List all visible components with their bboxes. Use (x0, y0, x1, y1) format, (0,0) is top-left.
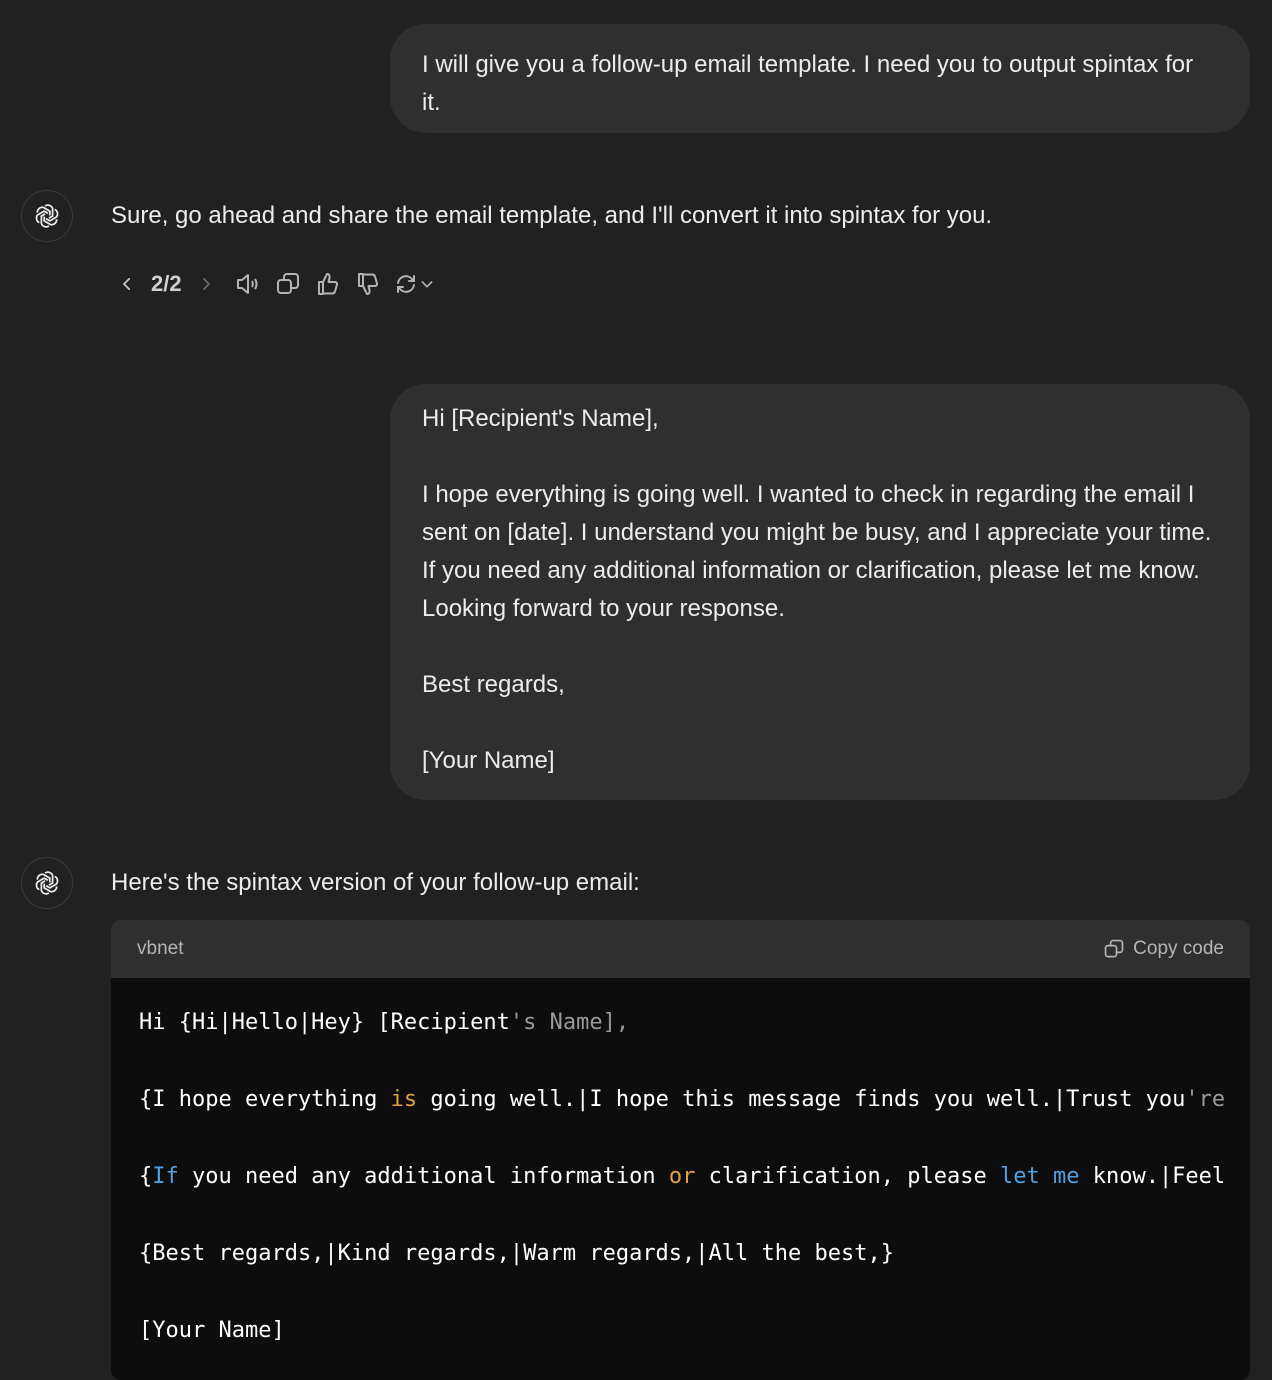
code-token: know.|Feel (1079, 1164, 1226, 1189)
code-line: Hi {Hi|Hello|Hey} [Recipient's Name], (139, 1004, 1222, 1043)
code-token: Hi {Hi|Hello|Hey} [Recipient (139, 1010, 510, 1035)
message-actions-bar: 2/2 (111, 264, 440, 304)
email-line: I hope everything is going well. I wante… (422, 481, 1219, 622)
copy-code-label: Copy code (1133, 938, 1224, 959)
code-token: {Best regards,|Kind regards,|Warm regard… (139, 1241, 894, 1266)
openai-logo-icon (35, 204, 59, 228)
code-token-orange: is (390, 1087, 418, 1112)
code-token: you need any additional information (178, 1164, 669, 1189)
openai-logo-icon (35, 871, 59, 895)
read-aloud-icon (236, 274, 258, 294)
code-block-header: vbnet Copy code (111, 920, 1250, 978)
code-content: Hi {Hi|Hello|Hey} [Recipient's Name], {I… (111, 978, 1250, 1377)
user-message-bubble: Hi [Recipient's Name], I hope everything… (390, 384, 1250, 800)
user-message-bubble: I will give you a follow-up email templa… (390, 24, 1250, 133)
code-line: {Best regards,|Kind regards,|Warm regard… (139, 1235, 1222, 1274)
email-line: [Your Name] (422, 747, 555, 774)
chevron-down-icon (421, 281, 433, 288)
email-line (422, 628, 1218, 666)
thumbs-down-icon (357, 273, 378, 295)
assistant-message-text: Here's the spintax version of your follo… (111, 869, 640, 896)
code-token: [Your Name] (139, 1318, 285, 1343)
copy-button[interactable] (268, 264, 308, 304)
email-line (422, 438, 1218, 476)
code-token-orange: or (668, 1164, 696, 1189)
code-token: clarification, please (695, 1164, 1000, 1189)
response-pager: 2/2 (151, 271, 182, 296)
next-response-button[interactable] (190, 264, 222, 304)
user-message-email-template: Hi [Recipient's Name], I hope everything… (422, 400, 1218, 780)
copy-icon (276, 273, 299, 294)
code-token-blue: If (152, 1164, 179, 1189)
thumbs-up-button[interactable] (308, 264, 348, 304)
email-line (422, 704, 1218, 742)
code-token: { (139, 1164, 153, 1189)
code-line: {If you need any additional information … (139, 1158, 1226, 1197)
user-message-text: I will give you a follow-up email templa… (422, 51, 1200, 116)
assistant-avatar (21, 190, 73, 242)
copy-icon (1104, 939, 1124, 958)
chevron-left-icon (122, 277, 131, 291)
code-token-gray: 're (1185, 1087, 1226, 1112)
chevron-right-icon (202, 277, 210, 291)
thumbs-up-icon (317, 273, 338, 295)
code-token-blue: me (1052, 1164, 1080, 1189)
assistant-message-text: Sure, go ahead and share the email templ… (111, 202, 993, 229)
regenerate-button[interactable] (388, 264, 440, 304)
code-language-label: vbnet (137, 938, 184, 959)
code-block: vbnet Copy code Hi {Hi|Hello|Hey} [Recip… (111, 920, 1250, 1380)
assistant-avatar (21, 857, 73, 909)
previous-response-button[interactable] (111, 264, 143, 304)
thumbs-down-button[interactable] (348, 264, 388, 304)
email-line: Hi [Recipient's Name], (422, 405, 659, 432)
code-token: {I hope everything (139, 1087, 391, 1112)
copy-code-button[interactable]: Copy code (1103, 938, 1224, 960)
code-token-gray: 's Name], (509, 1010, 630, 1035)
code-token: going well.|I hope this message finds yo… (417, 1087, 1186, 1112)
code-line: [Your Name] (139, 1312, 1222, 1351)
email-line: Best regards, (422, 671, 565, 698)
code-line: {I hope everything is going well.|I hope… (139, 1081, 1226, 1120)
read-aloud-button[interactable] (228, 264, 268, 304)
regenerate-icon (396, 275, 415, 293)
code-token-blue: let (999, 1164, 1040, 1189)
